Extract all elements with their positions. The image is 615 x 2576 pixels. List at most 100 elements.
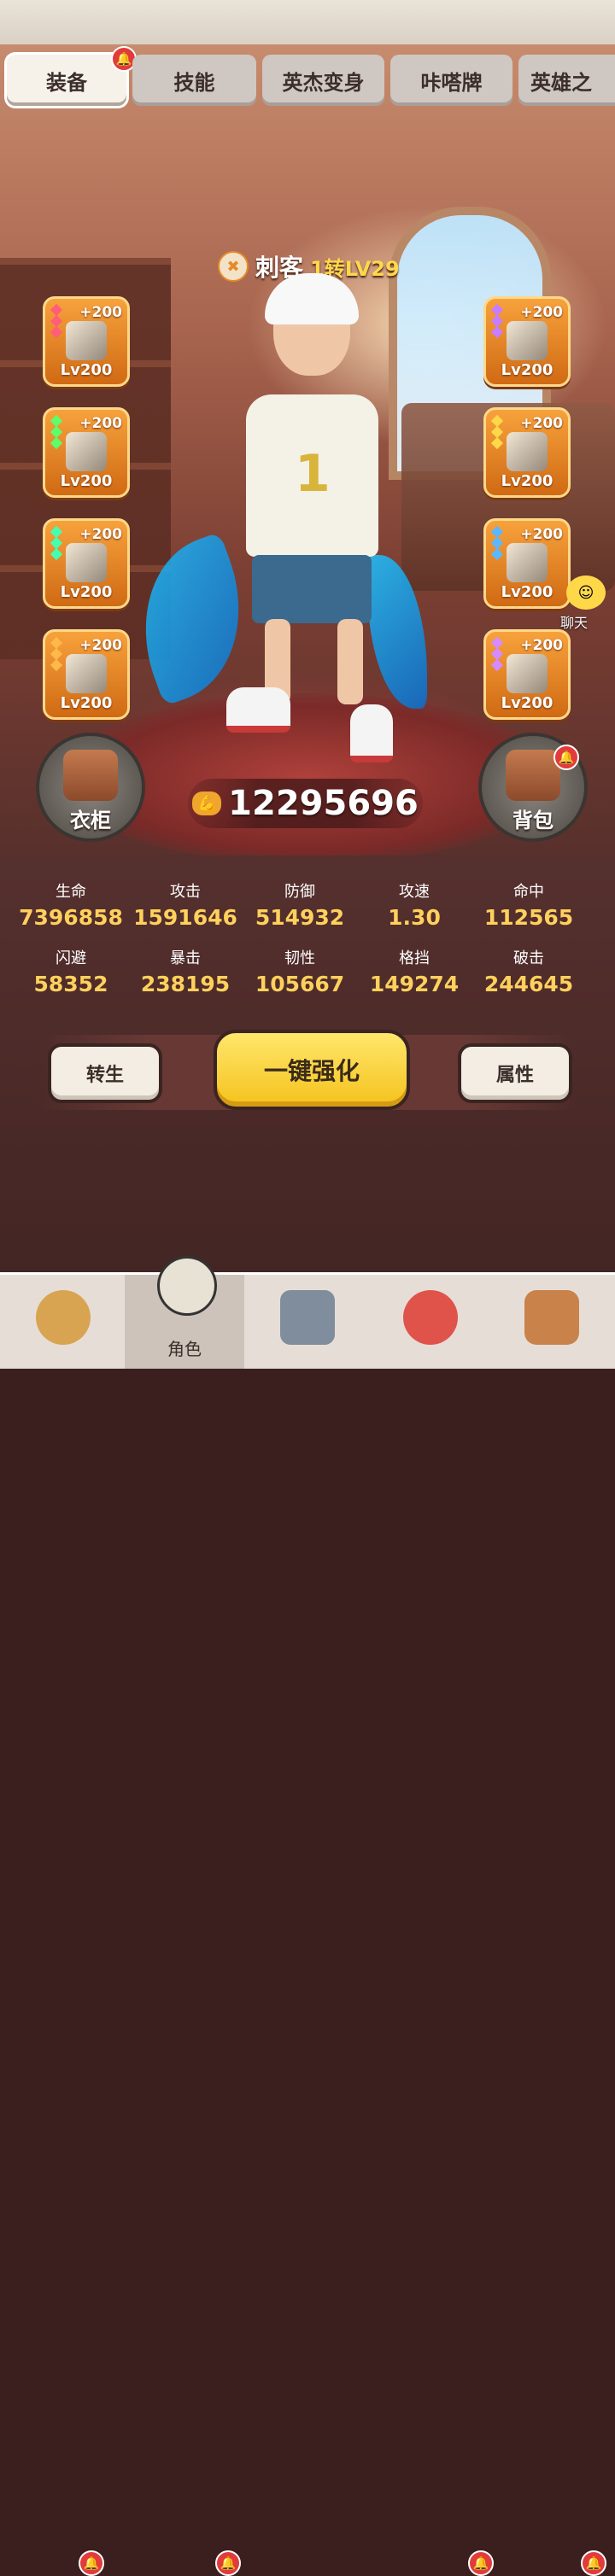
enhance-level: +200 <box>520 526 563 543</box>
gem-icon <box>490 658 504 672</box>
stat-name: 闪避 <box>56 949 86 967</box>
bell-icon: 🔔 <box>79 2550 104 2576</box>
stat-toughness: 韧性 105667 <box>244 946 355 996</box>
nav-pet[interactable] <box>371 1275 490 1369</box>
enhance-all-button[interactable]: 一键强化 <box>214 1030 410 1110</box>
backpack-label: 背包 <box>512 809 554 832</box>
enhance-level: +200 <box>79 637 122 654</box>
nav-warrior[interactable] <box>3 1275 123 1369</box>
stat-crit: 暴击 238195 <box>130 946 241 996</box>
equip-slot-armor[interactable]: +200 Lv200 <box>483 407 571 498</box>
gem-icon <box>50 325 63 339</box>
gauntlet-icon <box>66 432 107 471</box>
bell-icon: 🔔 <box>215 2550 241 2576</box>
stat-value: 105667 <box>255 972 345 996</box>
wardrobe-button[interactable]: 衣柜 <box>36 733 145 842</box>
item-level: Lv200 <box>501 694 554 712</box>
gem-rank <box>50 303 63 339</box>
tab-cards[interactable]: 咔嗒牌 <box>390 55 512 106</box>
gem-icon <box>490 325 504 339</box>
tab-equipment[interactable]: 装备 <box>7 55 126 106</box>
shirt-number: 1 <box>295 444 331 504</box>
tab-label: 英杰变身 <box>282 70 365 95</box>
gem-icon <box>490 547 504 561</box>
character-shorts <box>252 555 372 623</box>
sword-shield-icon <box>280 1290 335 1345</box>
enhance-level: +200 <box>79 304 122 321</box>
enhance-level: +200 <box>79 415 122 432</box>
stat-value: 112565 <box>483 905 574 930</box>
attributes-button[interactable]: 属性 <box>458 1043 572 1103</box>
stat-name: 暴击 <box>170 949 201 967</box>
item-level: Lv200 <box>60 361 113 379</box>
rebirth-label: 转生 <box>85 1065 124 1086</box>
gem-rank <box>50 414 63 450</box>
gem-rank <box>490 414 504 450</box>
character-icon <box>157 1256 217 1316</box>
rebirth-button[interactable]: 转生 <box>48 1043 162 1103</box>
gem-icon <box>50 547 63 561</box>
nav-equipment[interactable] <box>248 1275 367 1369</box>
gem-icon <box>50 436 63 450</box>
equip-slot-gloves[interactable]: +200 Lv200 <box>43 407 130 498</box>
stat-hp: 生命 7396858 <box>15 879 126 930</box>
necklace-icon <box>507 654 548 693</box>
bell-icon: 🔔 <box>468 2550 494 2576</box>
tab-hero-more[interactable]: 英雄之 <box>518 55 615 106</box>
gem-rank <box>50 636 63 672</box>
enhance-level: +200 <box>520 304 563 321</box>
stat-name: 破击 <box>513 949 544 967</box>
bottom-nav: 🔔 角色 🔔 🔔 🔔 <box>0 1256 615 2576</box>
character-shoe <box>226 687 290 733</box>
guild-icon <box>524 1290 579 1345</box>
tab-skills[interactable]: 技能 <box>132 55 256 106</box>
nav-guild[interactable] <box>492 1275 612 1369</box>
muscle-icon: 💪 <box>192 791 222 815</box>
equip-slot-offhand[interactable]: +200 Lv200 <box>483 296 571 387</box>
gem-rank <box>50 525 63 561</box>
stat-value: 7396858 <box>19 905 123 930</box>
boots-icon <box>507 543 548 582</box>
tab-label: 咔嗒牌 <box>420 70 483 95</box>
nav-character[interactable]: 角色 <box>125 1256 244 1369</box>
tab-label: 英雄之 <box>530 70 592 95</box>
item-level: Lv200 <box>501 361 554 379</box>
spear-icon <box>66 321 107 360</box>
stat-dodge: 闪避 58352 <box>15 946 126 996</box>
shoulder-icon <box>66 543 107 582</box>
item-level: Lv200 <box>60 694 113 712</box>
item-level: Lv200 <box>501 472 554 490</box>
item-level: Lv200 <box>60 472 113 490</box>
tab-hero-transform[interactable]: 英杰变身 <box>262 55 384 106</box>
gem-rank <box>490 636 504 672</box>
item-level: Lv200 <box>60 583 113 601</box>
equip-slot-shoulder[interactable]: +200 Lv200 <box>43 518 130 609</box>
chat-icon[interactable]: ☺ <box>566 575 606 610</box>
equip-slot-boots[interactable]: +200 Lv200 <box>483 518 571 609</box>
stat-name: 防御 <box>284 883 315 901</box>
assassin-icon: ✖ <box>218 251 249 282</box>
gem-rank <box>490 525 504 561</box>
wardrobe-label: 衣柜 <box>70 809 111 832</box>
stat-value: 244645 <box>483 972 574 996</box>
nav-label: 角色 <box>167 1339 202 1359</box>
combat-power-value: 12295696 <box>228 784 419 823</box>
stat-value: 1.30 <box>388 905 441 930</box>
stat-name: 攻速 <box>399 883 430 901</box>
equip-slot-ring[interactable]: +200 Lv200 <box>43 629 130 720</box>
wardrobe-icon <box>63 750 118 801</box>
bell-icon: 🔔 <box>554 745 579 770</box>
combat-power: 💪 12295696 <box>188 779 423 828</box>
tab-label: 装备 <box>46 70 87 95</box>
gem-icon <box>50 658 63 672</box>
character-leg <box>337 619 363 704</box>
pet-icon <box>403 1290 458 1345</box>
bell-icon: 🔔 <box>581 2550 606 2576</box>
character-shoe <box>350 704 393 762</box>
gem-icon <box>490 436 504 450</box>
stat-defense: 防御 514932 <box>244 879 355 930</box>
item-level: Lv200 <box>501 583 554 601</box>
equip-slot-weapon[interactable]: +200 Lv200 <box>43 296 130 387</box>
equip-slot-necklace[interactable]: +200 Lv200 <box>483 629 571 720</box>
stat-name: 格挡 <box>399 949 430 967</box>
